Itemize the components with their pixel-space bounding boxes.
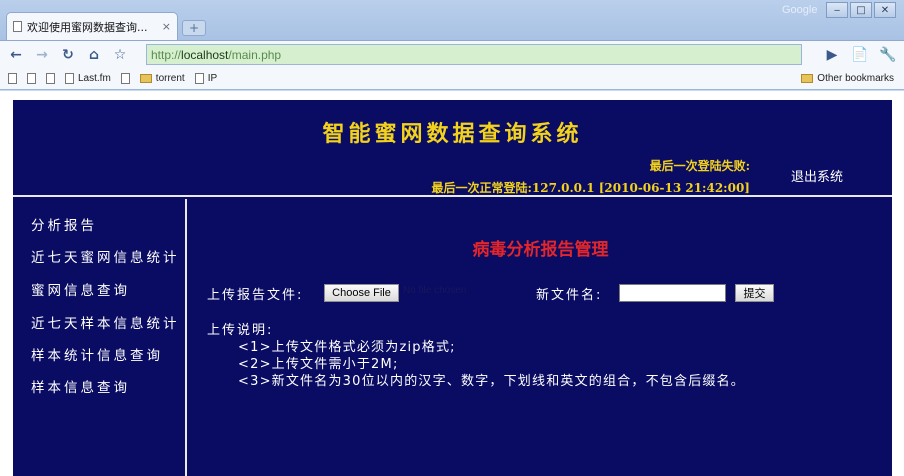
page-menu-icon[interactable]: 📄 [850, 45, 870, 65]
upload-note-item: <2>上传文件需小于2M; [238, 357, 399, 372]
sidebar-item-analysis-report[interactable]: 分析报告 [31, 214, 97, 234]
sidebar-item-sample-7day-stats[interactable]: 近七天样本信息统计 [31, 312, 180, 332]
web-page: 智能蜜网数据查询系统 最后一次登陆失败: 最后一次正常登陆:127.0.0.1 … [0, 91, 904, 476]
page-header: 智能蜜网数据查询系统 最后一次登陆失败: 最后一次正常登陆:127.0.0.1 … [13, 100, 892, 197]
upload-note-item: <1>上传文件格式必须为zip格式; [238, 340, 456, 355]
bookmark-page-icon[interactable] [27, 73, 36, 84]
upload-file-label: 上传报告文件: [207, 288, 304, 303]
page-title: 病毒分析报告管理 [472, 240, 609, 260]
browser-titlebar: 欢迎使用蜜网数据查询... × + Google ‒ □ ✕ [0, 0, 904, 40]
new-filename-input[interactable] [619, 284, 726, 302]
forward-arrow-icon[interactable]: → [32, 45, 52, 65]
main-content: 病毒分析报告管理 上传报告文件: Choose File No file cho… [189, 199, 892, 476]
bookmark-lastfm[interactable]: Last.fm [65, 73, 111, 84]
upload-notes: 上传说明: <1>上传文件格式必须为zip格式; <2>上传文件需小于2M; <… [207, 322, 745, 390]
upload-notes-title: 上传说明: [207, 323, 274, 338]
new-filename-label: 新文件名: [536, 288, 603, 303]
sidebar-nav: 分析报告 近七天蜜网信息统计 蜜网信息查询 近七天样本信息统计 样本统计信息查询… [13, 199, 187, 476]
browser-tab[interactable]: 欢迎使用蜜网数据查询... × [6, 12, 178, 40]
maximize-button[interactable]: □ [850, 2, 872, 18]
system-title: 智能蜜网数据查询系统 [322, 121, 583, 147]
sidebar-item-honeynet-7day-stats[interactable]: 近七天蜜网信息统计 [31, 246, 180, 266]
bookmark-page-icon [194, 73, 204, 84]
app-frame: 智能蜜网数据查询系统 最后一次登陆失败: 最后一次正常登陆:127.0.0.1 … [13, 100, 892, 476]
tab-close-icon[interactable]: × [162, 20, 171, 33]
wrench-menu-icon[interactable]: 🔧 [878, 45, 898, 65]
no-file-chosen-text: No file chosen [403, 285, 467, 296]
submit-button[interactable]: 提交 [735, 284, 774, 302]
logout-link[interactable]: 退出系统 [791, 166, 843, 185]
bookmark-page-icon[interactable] [120, 73, 130, 84]
tab-title: 欢迎使用蜜网数据查询... [27, 20, 148, 34]
close-window-button[interactable]: ✕ [874, 2, 896, 18]
choose-file-button[interactable]: Choose File [324, 284, 399, 302]
bookmarks-bar: Last.fm torrent IP Other bookmarks [0, 68, 904, 90]
upload-note-item: <3>新文件名为30位以内的汉字、数字，下划线和英文的组合，不包含后缀名。 [238, 374, 745, 389]
page-icon [13, 21, 22, 32]
address-bar[interactable]: http:// localhost /main.php [146, 44, 802, 65]
last-login-failed: 最后一次登陆失败: [649, 159, 750, 173]
bookmark-page-icon [65, 73, 74, 84]
browser-toolbar: ← → ↻ ⌂ ☆ http:// localhost /main.php ▶ … [0, 40, 904, 68]
folder-icon [139, 74, 152, 83]
new-tab-button[interactable]: + [182, 20, 206, 36]
folder-icon [801, 74, 814, 83]
last-login-ok: 最后一次正常登陆:127.0.0.1 [2010-06-13 21:42:00] [431, 181, 751, 195]
home-icon[interactable]: ⌂ [84, 45, 104, 65]
bookmark-torrent[interactable]: torrent [139, 73, 185, 84]
reload-icon[interactable]: ↻ [58, 45, 78, 65]
back-arrow-icon[interactable]: ← [6, 45, 26, 65]
browser-brand: Google [782, 4, 818, 16]
bookmark-page-icon[interactable] [8, 73, 17, 84]
sidebar-item-sample-query[interactable]: 样本信息查询 [31, 376, 130, 396]
play-go-icon[interactable]: ▶ [822, 45, 842, 65]
minimize-button[interactable]: ‒ [826, 2, 848, 18]
star-bookmark-icon[interactable]: ☆ [110, 45, 130, 65]
sidebar-item-sample-stats-query[interactable]: 样本统计信息查询 [31, 344, 163, 364]
other-bookmarks[interactable]: Other bookmarks [801, 73, 894, 84]
sidebar-item-honeynet-query[interactable]: 蜜网信息查询 [31, 279, 130, 299]
bookmark-ip[interactable]: IP [194, 73, 217, 84]
bookmark-page-icon[interactable] [46, 73, 55, 84]
